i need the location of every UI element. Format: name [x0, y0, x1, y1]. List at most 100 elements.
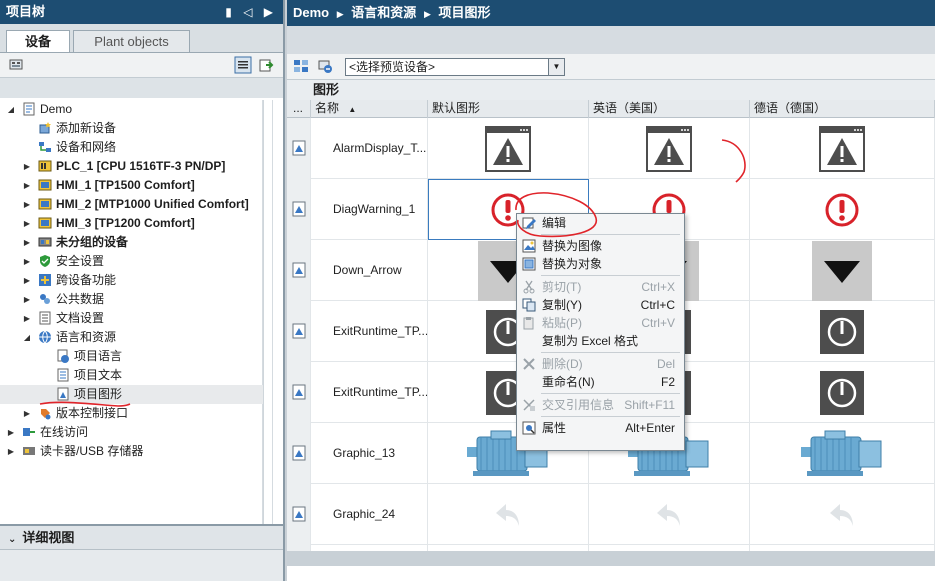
german-graphic-cell[interactable]	[750, 240, 935, 301]
tree-item[interactable]: ▶ 读卡器/USB 存储器	[0, 442, 263, 461]
collapsed-arrow-icon[interactable]: ▶	[22, 195, 32, 214]
menu-item[interactable]: 交叉引用信息 Shift+F11	[517, 396, 684, 414]
tab-plant-objects[interactable]: Plant objects	[73, 30, 190, 52]
tree-item[interactable]: 项目语言	[0, 347, 263, 366]
tree-item[interactable]: ▶ 版本控制接口	[0, 404, 263, 423]
col-header-name[interactable]: 名称 ▲	[311, 100, 428, 118]
collapsed-arrow-icon[interactable]: ▶	[6, 423, 16, 442]
graphic-list-icon[interactable]	[293, 58, 309, 74]
col-header-german[interactable]: 德语（德国）	[750, 100, 935, 118]
german-graphic-cell[interactable]	[750, 118, 935, 179]
tree-item[interactable]: ▶ 安全设置	[0, 252, 263, 271]
table-row[interactable]: AlarmDisplay_T...	[287, 118, 935, 179]
german-graphic-cell[interactable]	[750, 362, 935, 423]
collapsed-arrow-icon[interactable]: ▶	[22, 290, 32, 309]
english-graphic-cell[interactable]	[589, 484, 750, 545]
default-graphic-cell[interactable]	[428, 484, 589, 545]
horizontal-scrollbar[interactable]	[287, 551, 935, 566]
export-icon[interactable]	[258, 57, 274, 73]
german-graphic-cell[interactable]	[750, 484, 935, 545]
tree-item[interactable]: ◢ Demo	[0, 100, 263, 119]
graphic-name-cell[interactable]: ExitRuntime_TP...	[311, 301, 428, 362]
graphic-name-cell[interactable]: Graphic_24	[311, 484, 428, 545]
cross-reference-icon	[522, 398, 536, 412]
row-header[interactable]	[287, 423, 311, 484]
online-icon	[22, 425, 36, 439]
breadcrumb-demo[interactable]: Demo	[293, 5, 329, 20]
tree-item[interactable]: ▶ PLC_1 [CPU 1516TF-3 PN/DP]	[0, 157, 263, 176]
default-graphic-cell[interactable]	[428, 118, 589, 179]
table-row[interactable]: Graphic_24	[287, 484, 935, 545]
breadcrumb-project-graphics[interactable]: 项目图形	[438, 5, 490, 20]
tree-item[interactable]: 添加新设备	[0, 119, 263, 138]
tree-item[interactable]: ▶ 文档设置	[0, 309, 263, 328]
graphic-name-cell[interactable]: AlarmDisplay_T...	[311, 118, 428, 179]
menu-item[interactable]: 重命名(N) F2	[517, 373, 684, 391]
menu-item[interactable]: 粘贴(P) Ctrl+V	[517, 314, 684, 332]
collapsed-arrow-icon[interactable]: ▶	[22, 252, 32, 271]
menu-item[interactable]: 编辑	[517, 214, 684, 232]
english-graphic-cell[interactable]	[589, 118, 750, 179]
row-header[interactable]	[287, 301, 311, 362]
panel-controls[interactable]: ▮ ◁ ▶	[225, 0, 277, 24]
preview-device-select[interactable]: <选择预览设备> ▼	[345, 58, 565, 76]
menu-item[interactable]: 替换为对象	[517, 255, 684, 273]
row-header[interactable]	[287, 179, 311, 240]
graphic-name-cell[interactable]: Graphic_13	[311, 423, 428, 484]
network-view-icon[interactable]	[8, 57, 24, 73]
replace-object-icon	[522, 257, 536, 271]
graphic-name-cell[interactable]: Down_Arrow	[311, 240, 428, 301]
row-header[interactable]	[287, 240, 311, 301]
preview-device-icon[interactable]	[317, 58, 333, 74]
tree-item[interactable]: 项目图形	[0, 385, 263, 404]
tree-item[interactable]: ▶ HMI_1 [TP1500 Comfort]	[0, 176, 263, 195]
expanded-arrow-icon[interactable]: ◢	[6, 100, 16, 119]
breadcrumb-languages[interactable]: 语言和资源	[351, 5, 416, 20]
row-header[interactable]	[287, 362, 311, 423]
tab-devices[interactable]: 设备	[6, 30, 70, 52]
tree-item[interactable]: ▶ 未分组的设备	[0, 233, 263, 252]
tree-item[interactable]: ◢ 语言和资源	[0, 328, 263, 347]
tree-item[interactable]: ▶ HMI_3 [TP1200 Comfort]	[0, 214, 263, 233]
tree-item[interactable]: 项目文本	[0, 366, 263, 385]
tree-item[interactable]: 设备和网络	[0, 138, 263, 157]
col-header-default[interactable]: 默认图形	[428, 100, 589, 118]
german-graphic-cell[interactable]	[750, 179, 935, 240]
tree-item[interactable]: ▶ 公共数据	[0, 290, 263, 309]
menu-item[interactable]: 替换为图像	[517, 237, 684, 255]
collapsed-arrow-icon[interactable]: ▶	[22, 176, 32, 195]
menu-item[interactable]: 剪切(T) Ctrl+X	[517, 278, 684, 296]
col-header-idx[interactable]: ...	[287, 100, 311, 118]
menu-item[interactable]: 属性 Alt+Enter	[517, 419, 684, 437]
menu-item[interactable]: 删除(D) Del	[517, 355, 684, 373]
tree-header-gap	[0, 78, 283, 98]
ungrouped-icon	[38, 235, 52, 249]
german-graphic-cell[interactable]	[750, 301, 935, 362]
tree-item[interactable]: ▶ 在线访问	[0, 423, 263, 442]
tree-vertical-scrollbar[interactable]	[263, 100, 283, 524]
collapsed-arrow-icon[interactable]: ▶	[22, 271, 32, 290]
german-graphic-cell[interactable]	[750, 423, 935, 484]
menu-item[interactable]: 复制(Y) Ctrl+C	[517, 296, 684, 314]
properties-icon	[522, 421, 536, 435]
menu-item[interactable]: 复制为 Excel 格式	[517, 332, 684, 350]
collapsed-arrow-icon[interactable]: ▶	[22, 233, 32, 252]
collapsed-arrow-icon[interactable]: ▶	[6, 442, 16, 461]
col-header-english[interactable]: 英语（美国）	[589, 100, 750, 118]
row-header[interactable]	[287, 484, 311, 545]
tree-item[interactable]: ▶ HMI_2 [MTP1000 Unified Comfort]	[0, 195, 263, 214]
collapsed-arrow-icon[interactable]: ▶	[22, 309, 32, 328]
menu-item-label: 交叉引用信息	[542, 398, 615, 412]
collapsed-arrow-icon[interactable]: ▶	[22, 214, 32, 233]
expanded-arrow-icon[interactable]: ◢	[22, 328, 32, 347]
tree-item[interactable]: ▶ 跨设备功能	[0, 271, 263, 290]
graphic-name-cell[interactable]: DiagWarning_1	[311, 179, 428, 240]
collapsed-arrow-icon[interactable]: ▶	[22, 157, 32, 176]
collapsed-arrow-icon[interactable]: ▶	[22, 404, 32, 423]
row-header[interactable]	[287, 118, 311, 179]
details-view-icon[interactable]	[234, 56, 252, 74]
details-view-header[interactable]: ⌄ 详细视图	[0, 526, 283, 550]
graphic-name-cell[interactable]: ExitRuntime_TP...	[311, 362, 428, 423]
chevron-down-icon[interactable]: ⌄	[8, 534, 16, 545]
chevron-down-icon[interactable]: ▼	[548, 59, 564, 75]
